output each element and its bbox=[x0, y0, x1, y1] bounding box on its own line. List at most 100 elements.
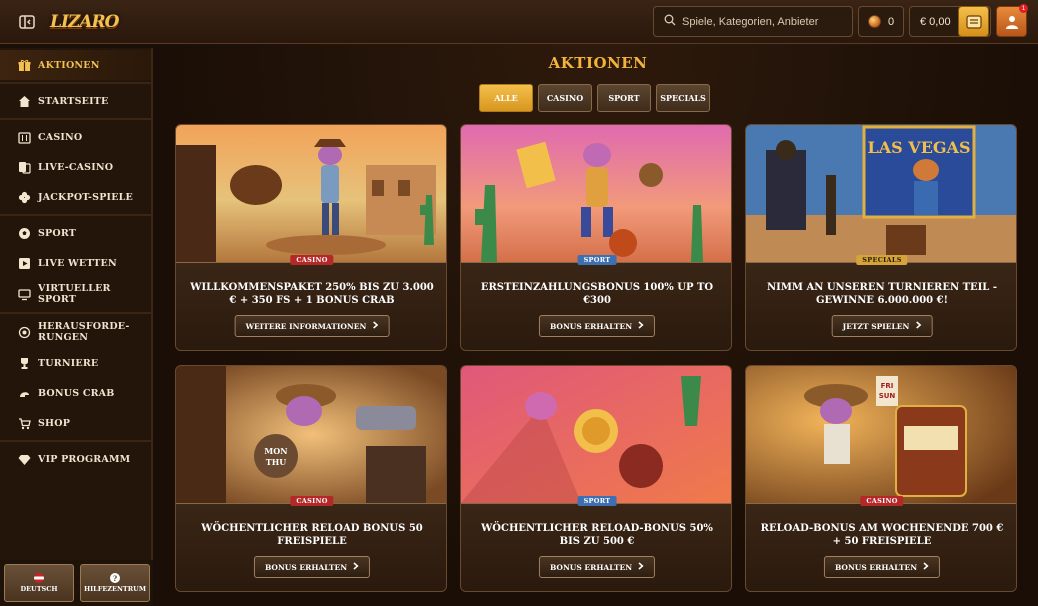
sidebar-item-label: BONUS CRAB bbox=[38, 387, 115, 399]
sidebar-item-label: AKTIONEN bbox=[38, 59, 100, 71]
promo-action-button[interactable]: BONUS ERHALTEN bbox=[823, 556, 941, 578]
category-tag: CASINO bbox=[290, 255, 334, 265]
search-input[interactable] bbox=[682, 15, 847, 28]
sidebar-item-label: VIRTUELLER SPORT bbox=[38, 283, 111, 305]
cards-icon bbox=[17, 160, 31, 174]
promo-action-label: WEITERE INFORMATIONEN bbox=[245, 321, 367, 331]
clover-icon bbox=[17, 190, 31, 204]
promo-title: WÖCHENTLICHER RELOAD BONUS 50 FREISPIELE bbox=[201, 523, 423, 547]
sidebar-toggle-icon[interactable] bbox=[17, 12, 37, 32]
sidebar-item-label: TURNIERE bbox=[38, 357, 99, 369]
coins-count: 0 bbox=[887, 15, 895, 28]
sidebar-item-shop[interactable]: SHOP bbox=[0, 408, 151, 438]
play-icon bbox=[17, 256, 31, 270]
promo-title: NIMM AN UNSEREN TURNIEREN TEIL - GEWINNE… bbox=[767, 282, 997, 306]
sidebar-item-vip-programm[interactable]: VIP PROGRAMM bbox=[0, 444, 151, 474]
wallet-button[interactable] bbox=[958, 6, 989, 37]
help-center-button[interactable]: ? HILFEZENTRUM bbox=[80, 564, 150, 602]
search-box[interactable] bbox=[653, 6, 853, 37]
sidebar-item-herausforderungen[interactable]: HERAUSFORDE-RUNGEN bbox=[0, 316, 151, 348]
promo-card-body: CASINO WILLKOMMENSPAKET 250% BIS ZU 3.00… bbox=[176, 255, 446, 350]
filter-sport[interactable]: SPORT bbox=[597, 84, 651, 112]
sidebar-item-label: LIVE-CASINO bbox=[38, 161, 114, 173]
promo-action-label: JETZT SPIELEN bbox=[842, 321, 910, 331]
filter-tabs: ALLE CASINO SPORT SPECIALS bbox=[479, 84, 710, 112]
logo[interactable]: LIZARO bbox=[50, 6, 119, 38]
promo-image-sport-lizard bbox=[461, 125, 731, 262]
target-icon bbox=[17, 325, 31, 339]
promo-card-weekly-reload-casino[interactable]: MON THU CASINO WÖCHENTLICHER RELOAD BONU… bbox=[175, 365, 447, 592]
filter-all[interactable]: ALLE bbox=[479, 84, 533, 112]
screen-icon bbox=[17, 287, 31, 301]
promo-image-flying-lizard bbox=[461, 366, 731, 503]
promo-card-welcome[interactable]: CASINO WILLKOMMENSPAKET 250% BIS ZU 3.00… bbox=[175, 124, 447, 351]
promo-action-label: BONUS ERHALTEN bbox=[549, 321, 633, 331]
notification-badge: 1 bbox=[1019, 4, 1028, 13]
balance-value: € 0,00 bbox=[920, 15, 951, 28]
sidebar-item-live-casino[interactable]: LIVE-CASINO bbox=[0, 152, 151, 182]
promo-action-button[interactable]: BONUS ERHALTEN bbox=[253, 556, 371, 578]
sidebar-item-aktionen[interactable]: AKTIONEN bbox=[0, 50, 151, 80]
promo-title: RELOAD-BONUS AM WOCHENENDE 700 € + 50 FR… bbox=[760, 523, 1004, 547]
nav-group-4: SPORT LIVE WETTEN VIRTUELLER SPORT bbox=[0, 216, 151, 314]
nav-group-6: VIP PROGRAMM bbox=[0, 442, 151, 476]
promo-card-body: SPORT ERSTEINZAHLUNGSBONUS 100% UP TO €3… bbox=[461, 255, 731, 350]
sidebar-footer: DEUTSCH ? HILFEZENTRUM bbox=[0, 560, 153, 606]
help-label: HILFEZENTRUM bbox=[83, 585, 147, 593]
nav-group-5: HERAUSFORDE-RUNGEN TURNIERE BONUS CRAB S… bbox=[0, 314, 151, 442]
sidebar: AKTIONEN STARTSEITE CASINO LIVE-CASINO J… bbox=[0, 48, 153, 560]
nav-group-3: CASINO LIVE-CASINO JACKPOT-SPIELE bbox=[0, 120, 151, 216]
filter-specials[interactable]: SPECIALS bbox=[656, 84, 710, 112]
category-tag: SPECIALS bbox=[856, 255, 908, 265]
page-title: AKTIONEN bbox=[548, 54, 648, 72]
top-header: LIZARO 0 € 0,00 1 bbox=[0, 0, 1038, 44]
promo-action-button[interactable]: BONUS ERHALTEN bbox=[538, 556, 656, 578]
category-tag: SPORT bbox=[577, 496, 617, 506]
wallet-icon bbox=[965, 14, 982, 29]
promo-action-button[interactable]: BONUS ERHALTEN bbox=[538, 315, 656, 337]
sidebar-item-label: VIP PROGRAMM bbox=[38, 453, 131, 465]
sidebar-item-bonus-crab[interactable]: BONUS CRAB bbox=[0, 378, 151, 408]
promo-card-tournaments[interactable]: LAS VEGAS SPECIALS NIMM AN UNSEREN TURNI… bbox=[745, 124, 1017, 351]
promo-card-weekend-reload[interactable]: FRI SUN CASINO RELOAD-BONUS AM WOCHENEND… bbox=[745, 365, 1017, 592]
filter-casino[interactable]: CASINO bbox=[538, 84, 592, 112]
promo-card-first-deposit[interactable]: SPORT ERSTEINZAHLUNGSBONUS 100% UP TO €3… bbox=[460, 124, 732, 351]
home-icon bbox=[17, 94, 31, 108]
sidebar-item-virtueller-sport[interactable]: VIRTUELLER SPORT bbox=[0, 278, 151, 310]
promo-action-button[interactable]: JETZT SPIELEN bbox=[831, 315, 933, 337]
sidebar-item-label: STARTSEITE bbox=[38, 95, 109, 107]
promo-card-body: CASINO RELOAD-BONUS AM WOCHENENDE 700 € … bbox=[746, 496, 1016, 591]
main-content: AKTIONEN ALLE CASINO SPORT SPECIALS CASI… bbox=[158, 44, 1038, 606]
promo-card-weekly-reload-sport[interactable]: SPORT WÖCHENTLICHER RELOAD-BONUS 50% BIS… bbox=[460, 365, 732, 592]
chevron-right-icon bbox=[638, 562, 644, 572]
sidebar-item-label: HERAUSFORDE-RUNGEN bbox=[38, 321, 130, 343]
promo-action-button[interactable]: WEITERE INFORMATIONEN bbox=[234, 315, 390, 337]
user-icon bbox=[1005, 15, 1018, 29]
sidebar-item-label: SHOP bbox=[38, 417, 71, 429]
sidebar-item-jackpot-spiele[interactable]: JACKPOT-SPIELE bbox=[0, 182, 151, 212]
flag-austria-icon bbox=[34, 573, 44, 583]
svg-text:MON: MON bbox=[264, 446, 287, 456]
coin-icon bbox=[867, 15, 881, 28]
sidebar-item-startseite[interactable]: STARTSEITE bbox=[0, 86, 151, 116]
profile-button[interactable]: 1 bbox=[996, 4, 1028, 37]
nav-group-2: STARTSEITE bbox=[0, 84, 151, 120]
chevron-right-icon bbox=[638, 321, 644, 331]
soccer-ball-icon bbox=[17, 226, 31, 240]
sidebar-item-turniere[interactable]: TURNIERE bbox=[0, 348, 151, 378]
language-button[interactable]: DEUTSCH bbox=[4, 564, 74, 602]
sidebar-item-sport[interactable]: SPORT bbox=[0, 218, 151, 248]
sidebar-item-live-wetten[interactable]: LIVE WETTEN bbox=[0, 248, 151, 278]
sidebar-item-label: JACKPOT-SPIELE bbox=[38, 191, 133, 203]
svg-text:THU: THU bbox=[266, 457, 287, 467]
sidebar-item-casino[interactable]: CASINO bbox=[0, 122, 151, 152]
sidebar-item-label: CASINO bbox=[38, 131, 83, 143]
chevron-right-icon bbox=[372, 321, 379, 331]
casino-icon bbox=[17, 130, 31, 144]
crab-icon bbox=[17, 386, 31, 400]
promo-card-body: CASINO WÖCHENTLICHER RELOAD BONUS 50 FRE… bbox=[176, 496, 446, 591]
promo-action-label: BONUS ERHALTEN bbox=[549, 562, 633, 572]
promo-image-gunslinger-lizard: MON THU bbox=[176, 366, 446, 503]
svg-text:FRI: FRI bbox=[881, 382, 894, 390]
coins-display[interactable]: 0 bbox=[858, 6, 904, 37]
